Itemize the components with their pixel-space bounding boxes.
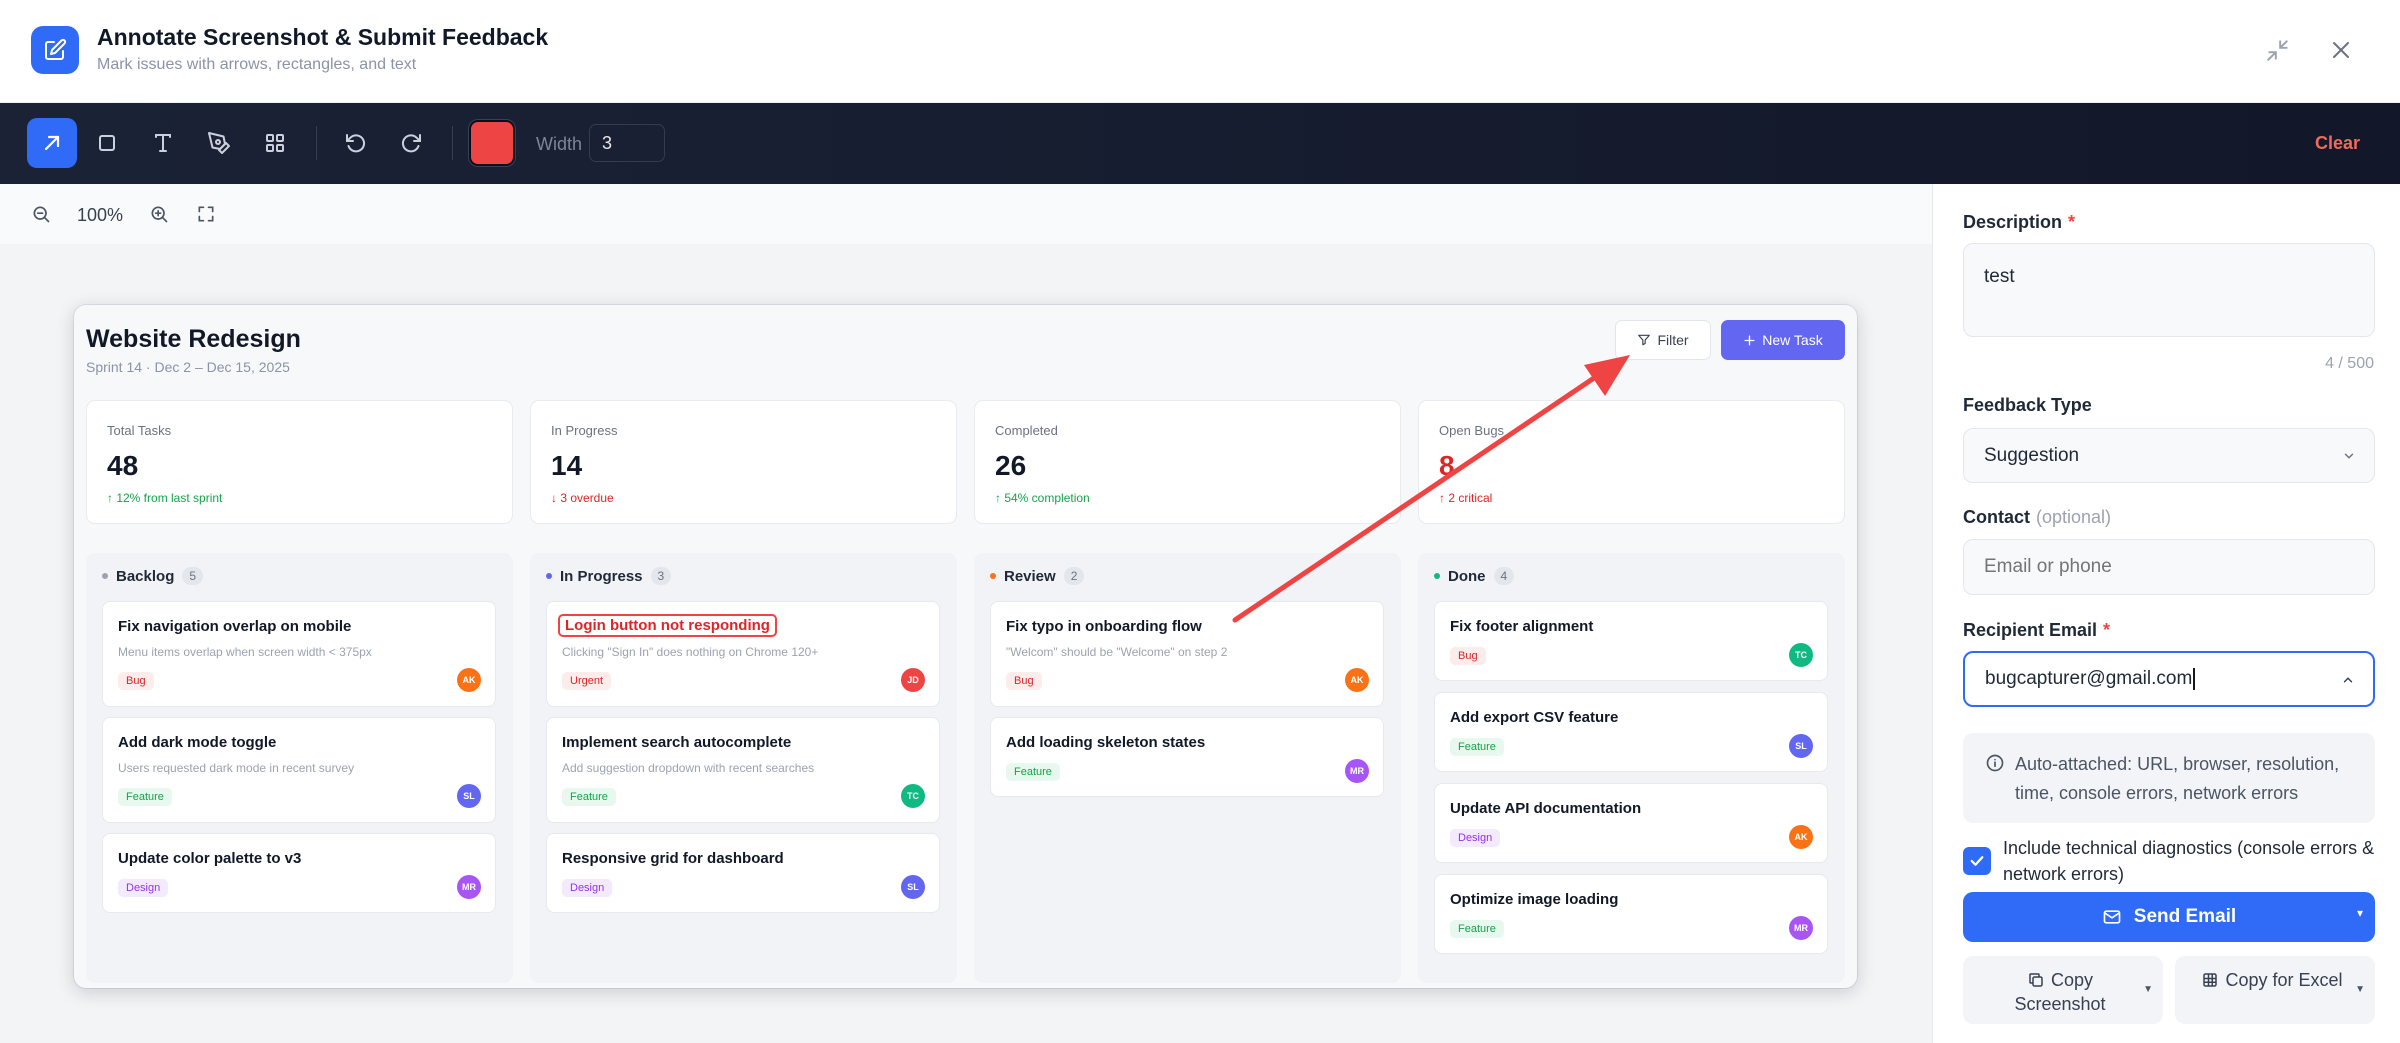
dialog-header: Annotate Screenshot & Submit Feedback Ma… [0,0,2400,103]
arrow-icon [44,135,60,151]
width-label: Width [536,134,583,154]
send-email-label: Send Email [2133,906,2237,927]
annotated-screenshot[interactable]: Website Redesign Sprint 14 · Dec 2 – Dec… [74,305,1857,988]
feedback-panel: Description * test 4 / 500 Feedback Type … [1932,184,2400,1043]
feedback-type-value: Suggestion [1984,445,2080,466]
zoom-in-icon [151,206,168,223]
feedback-type-select[interactable]: Suggestion [1963,428,2375,483]
table-icon [2203,973,2218,987]
pixelate-tool-button[interactable] [250,118,300,168]
annotation-toolbar: Width Clear [0,103,2400,184]
diagnostics-label: Include technical diagnostics (console e… [2003,838,2375,884]
toolbar-divider [452,126,453,160]
color-picker-swatch[interactable] [469,120,515,166]
zoom-bar: 100% [0,184,1932,244]
copy-icon [2029,973,2043,987]
send-options-caret[interactable]: ▾ [2357,906,2363,920]
copy-screenshot-button[interactable]: Copy Screenshot ▼ [1963,956,2163,1024]
auto-attached-text: Auto-attached: URL, browser, resolution,… [2015,754,2340,803]
text-cursor [2193,667,2196,690]
redo-icon [401,134,421,153]
char-counter: 4 / 500 [2325,355,2374,372]
description-label: Description * [1963,212,2076,232]
checkmark-icon [1970,856,1984,866]
recipient-email-label: Recipient Email * [1963,620,2111,640]
minimize-icon[interactable] [2260,32,2296,68]
fullscreen-icon [198,206,214,222]
rectangle-icon [99,135,115,151]
annotate-icon [31,26,79,74]
close-icon[interactable] [2323,32,2359,68]
zoom-level: 100% [77,205,124,225]
pen-icon [208,132,230,154]
chevron-up-icon [2343,677,2353,683]
zoom-out-button[interactable] [27,200,55,228]
clear-button[interactable]: Clear [2315,133,2360,154]
zoom-in-button[interactable] [145,200,173,228]
toolbar-divider [316,126,317,160]
zoom-out-icon [33,206,50,223]
undo-button[interactable] [330,118,380,168]
feedback-type-label: Feedback Type [1963,395,2092,415]
annotation-arrow[interactable] [74,305,1857,988]
text-icon [155,134,171,152]
send-email-button[interactable]: Send Email ▾ [1963,892,2375,942]
dialog-title: Annotate Screenshot & Submit Feedback [97,24,549,50]
stroke-width-input[interactable] [589,124,665,162]
rectangle-tool-button[interactable] [82,118,132,168]
copy-screenshot-caret[interactable]: ▼ [2143,984,2153,995]
copy-excel-label: Copy for Excel [2225,970,2343,990]
arrow-tool-button[interactable] [27,118,77,168]
info-icon [1986,754,2004,772]
redo-button[interactable] [387,118,437,168]
diagnostics-checkbox[interactable] [1963,847,1991,875]
copy-excel-button[interactable]: Copy for Excel ▼ [2175,956,2375,1024]
fit-screen-button[interactable] [192,200,220,228]
mail-icon [2103,910,2121,924]
grid-icon [266,134,284,152]
contact-input[interactable] [1963,539,2375,595]
copy-excel-caret[interactable]: ▼ [2355,984,2365,995]
text-tool-button[interactable] [138,118,188,168]
dialog-subtitle: Mark issues with arrows, rectangles, and… [97,56,417,73]
auto-attached-info: Auto-attached: URL, browser, resolution,… [1963,733,2375,823]
undo-icon [346,134,366,153]
recipient-email-value: bugcapturer@gmail.com [1985,668,2193,689]
contact-label: Contact (optional) [1963,507,2112,527]
pen-tool-button[interactable] [194,118,244,168]
chevron-down-icon [2344,453,2354,459]
recipient-email-input[interactable]: bugcapturer@gmail.com [1963,651,2375,707]
description-textarea[interactable]: test [1963,243,2375,337]
